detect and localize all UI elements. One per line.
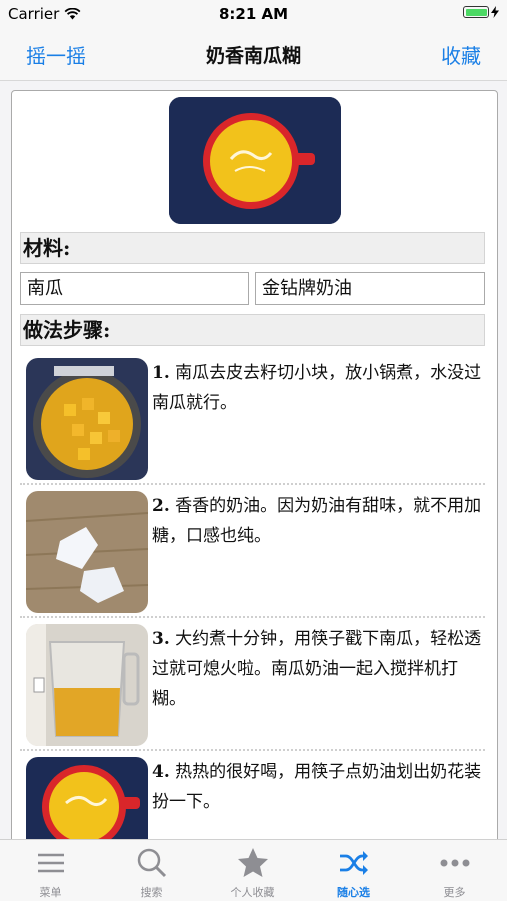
step-row: 2. 香香的奶油。因为奶油有甜味，就不用加糖，口感也纯。 (20, 485, 485, 618)
step-row: 4. 热热的很好喝，用筷子点奶油划出奶花装扮一下。 (20, 751, 485, 851)
step-text: 4. 热热的很好喝，用筷子点奶油划出奶花装扮一下。 (152, 762, 482, 812)
tab-random[interactable]: 随心选 (303, 840, 404, 901)
favorite-button[interactable]: 收藏 (441, 40, 481, 69)
step-image (26, 491, 148, 613)
steps-header: 做法步骤: (20, 314, 485, 346)
recipe-hero-image (169, 97, 341, 224)
step-image (26, 757, 148, 851)
tab-favorites[interactable]: 个人收藏 (202, 840, 303, 901)
tab-label: 更多 (443, 886, 466, 899)
status-time: 8:21 AM (218, 5, 289, 23)
tab-search[interactable]: 搜索 (101, 840, 202, 901)
star-icon (238, 848, 268, 877)
step-text: 1. 南瓜去皮去籽切小块，放小锅煮，水没过南瓜就行。 (152, 363, 482, 413)
step-text: 3. 大约煮十分钟，用筷子戳下南瓜，轻松透过就可熄火啦。南瓜奶油一起入搅拌机打糊… (152, 629, 482, 709)
tab-label: 随心选 (337, 886, 370, 899)
battery-icon (463, 6, 499, 18)
step-text: 2. 香香的奶油。因为奶油有甜味，就不用加糖，口感也纯。 (152, 496, 482, 546)
page-title: 奶香南瓜糊 (205, 45, 301, 67)
tab-bar: 菜单 搜索 个人收藏 随心选 更多 (0, 839, 507, 901)
navigation-bar: 摇一摇 奶香南瓜糊 收藏 (0, 28, 507, 81)
tab-more[interactable]: 更多 (404, 840, 505, 901)
step-row: 3. 大约煮十分钟，用筷子戳下南瓜，轻松透过就可熄火啦。南瓜奶油一起入搅拌机打糊… (20, 618, 485, 751)
step-image (26, 624, 148, 746)
menu-icon (38, 853, 64, 873)
tab-label: 个人收藏 (230, 886, 275, 899)
step-row: 1. 南瓜去皮去籽切小块，放小锅煮，水没过南瓜就行。 (20, 352, 485, 485)
tab-label: 搜索 (140, 886, 163, 899)
search-icon (137, 848, 167, 878)
shuffle-icon (340, 851, 368, 875)
ingredient-item: 金钻牌奶油 (255, 272, 485, 305)
status-bar: Carrier 8:21 AM (0, 0, 507, 28)
ingredients-header: 材料: (20, 232, 485, 264)
tab-label: 菜单 (39, 886, 62, 899)
step-image (26, 358, 148, 480)
charging-bolt-icon (491, 6, 499, 18)
recipe-content[interactable]: 材料: 南瓜 金钻牌奶油 做法步骤: 1. 南瓜去皮去籽切小块，放小锅煮，水没过… (11, 90, 498, 852)
ingredient-item: 南瓜 (20, 272, 249, 305)
tab-menu[interactable]: 菜单 (0, 840, 101, 901)
more-icon (440, 859, 470, 867)
